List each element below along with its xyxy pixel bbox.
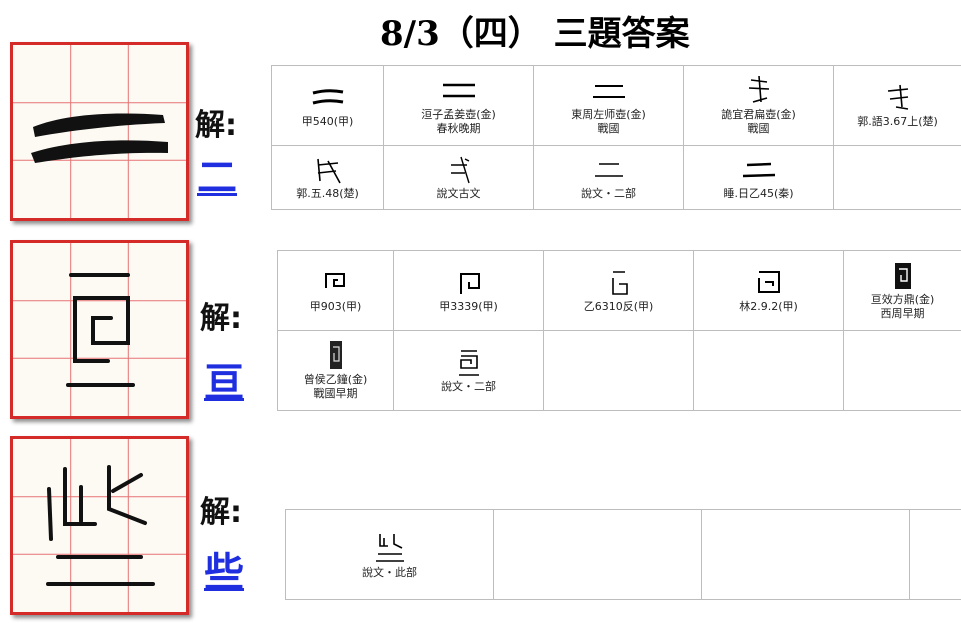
calligraphy-tile-xuan [10, 240, 189, 419]
variant-cell: 林2.9.2(甲) [693, 250, 844, 331]
bronze-script-glyph [592, 84, 625, 98]
answer-prefix: 解: [200, 495, 242, 530]
variant-caption: 說文・此部 [362, 565, 417, 579]
bronze-script-glyph [594, 162, 623, 177]
variant-cell: 亘效方鼎(金) 西周早期 [843, 250, 961, 331]
variant-table: 說文・此部 [285, 509, 961, 600]
empty-cell [701, 509, 910, 600]
empty-cell [833, 145, 961, 210]
variant-cell: 郭.五.48(楚) [271, 145, 384, 210]
bronze-script-glyph [442, 83, 475, 97]
rubbing-glyph [894, 262, 911, 289]
variant-cell: 甲903(甲) [277, 250, 394, 331]
variant-caption: 甲903(甲) [309, 299, 362, 313]
variant-cell: 詭宜君扁壺(金) 戰國 [683, 65, 834, 146]
variant-caption: 曾侯乙鐘(金) [303, 372, 368, 386]
variant-cell: 說文・此部 [285, 509, 494, 600]
variant-cell: 說文・二部 [393, 330, 544, 411]
variant-table: 甲540(甲) 洹子孟姜壺(金) 春秋晚期 東周左师壺(金) 戰國 詭宜君扁壺(金)… [271, 65, 961, 210]
bronze-script-glyph [316, 158, 341, 183]
oracle-bone-glyph [324, 272, 345, 288]
variant-caption: 詭宜君扁壺(金) [721, 107, 796, 121]
variant-cell: 說文古文 [383, 145, 534, 210]
answer-char: 些 [204, 550, 244, 596]
empty-cell [909, 509, 961, 600]
answer-char: 二 [197, 155, 237, 201]
variant-caption: 郭.五.48(楚) [296, 186, 359, 200]
empty-cell [493, 509, 702, 600]
calligraphy-tile-xie [10, 436, 189, 615]
bronze-script-glyph [312, 88, 343, 104]
answer-prefix: 解: [195, 108, 237, 143]
bronze-script-glyph [887, 84, 908, 110]
bronze-script-glyph [742, 162, 775, 177]
answer-char: 亘 [204, 360, 244, 406]
variant-cell: 睡.日乙45(秦) [683, 145, 834, 210]
empty-cell [693, 330, 844, 411]
oracle-bone-glyph [757, 270, 780, 293]
variant-caption: 說文・二部 [581, 186, 636, 200]
answer-prefix: 解: [200, 301, 242, 336]
seal-script-glyph [375, 533, 404, 562]
oracle-bone-glyph [459, 272, 480, 294]
variant-caption: 甲3339(甲) [439, 299, 498, 313]
oracle-bone-glyph [611, 270, 628, 295]
variant-cell: 曾侯乙鐘(金) 戰國早期 [277, 330, 394, 411]
variant-caption: 甲540(甲) [301, 114, 354, 128]
seal-script-glyph [458, 349, 479, 376]
variant-caption: 說文古文 [436, 186, 481, 200]
variant-caption: 亘效方鼎(金) [870, 292, 935, 306]
variant-cell: 東周左师壺(金) 戰國 [533, 65, 684, 146]
variant-caption: 乙6310反(甲) [583, 299, 654, 313]
empty-cell [843, 330, 961, 411]
variant-caption: 林2.9.2(甲) [739, 299, 798, 313]
variant-cell: 說文・二部 [533, 145, 684, 210]
variant-table: 甲903(甲) 甲3339(甲) 乙6310反(甲) 林2.9.2(甲) 亘效方… [277, 250, 961, 411]
variant-cell: 郭.語3.67上(楚) [833, 65, 961, 146]
variant-caption: 說文・二部 [441, 379, 496, 393]
variant-cell: 甲3339(甲) [393, 250, 544, 331]
variant-cell: 甲540(甲) [271, 65, 384, 146]
variant-caption: 東周左师壺(金) [571, 107, 646, 121]
variant-cell: 乙6310反(甲) [543, 250, 694, 331]
variant-caption: 洹子孟姜壺(金) [421, 107, 496, 121]
rubbing-glyph [329, 340, 342, 369]
variant-caption: 郭.語3.67上(楚) [857, 114, 938, 128]
calligraphy-tile-er [10, 42, 189, 221]
variant-caption: 睡.日乙45(秦) [723, 186, 794, 200]
page-title: 8/3（四） 三題答案 [380, 14, 690, 54]
bronze-script-glyph [748, 75, 769, 103]
bronze-script-glyph [450, 156, 470, 183]
empty-cell [543, 330, 694, 411]
variant-cell: 洹子孟姜壺(金) 春秋晚期 [383, 65, 534, 146]
